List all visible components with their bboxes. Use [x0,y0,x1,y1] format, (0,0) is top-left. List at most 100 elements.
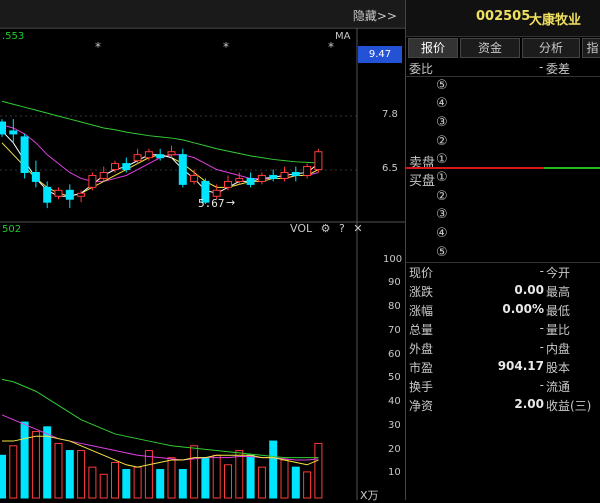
candle-body [9,130,18,135]
close-icon[interactable]: ✕ [353,222,362,235]
vol-unit: X万 [360,489,379,502]
quote-label-2: 量比 [546,323,571,337]
candle-body [190,174,199,182]
quote-label: 总量 [409,323,434,337]
tab-more[interactable]: 指 [582,38,600,58]
vol-axis-label: 30 [388,419,401,431]
ma-label: MA [335,31,351,42]
ma-line [1,130,319,197]
candle-body [224,180,232,188]
quote-label-2: 内盘 [546,342,571,356]
divider [406,76,600,77]
sell-level-4: ④ [436,96,448,111]
vol-label: VOL [290,222,313,235]
indicator-value: .553 [2,31,25,42]
quote-label-2: 最低 [546,304,571,318]
volume-bar [122,469,131,499]
quote-label-2: 收益(三) [546,399,592,413]
candle-body [280,172,289,179]
vol-axis-label: 20 [388,443,401,455]
volume-bar [88,466,97,499]
vol-axis-label: 70 [388,324,401,336]
sell-level-5: ⑤ [436,78,448,93]
candle-body [144,151,153,159]
volume-bar [99,473,108,499]
candle-body [77,192,86,197]
quote-value: 904.17 [497,359,544,373]
candle-body [65,189,74,200]
vol-axis-label: 100 [383,253,403,265]
quote-label-2: 今开 [546,266,571,280]
candle-body [246,177,255,185]
tab-analysis[interactable]: 分析 [522,38,580,58]
buy-label: 买盘 [409,174,436,189]
volume-bar [65,450,74,499]
min-price-annotation: 5.67 [198,197,225,210]
volume-bar [291,466,300,499]
volume-bar [20,421,29,499]
star-marker: * [328,40,334,54]
candle-body [314,151,323,171]
candle-body [235,177,244,182]
volume-bar [190,445,199,499]
gear-icon[interactable]: ⚙ [321,222,331,235]
quote-label: 涨跌 [409,285,434,299]
volume-bar [111,461,119,499]
candle-body [99,172,108,179]
quote-label-2: 最高 [546,285,571,299]
stock-code: 002505 [476,9,531,24]
sell-level-1: ① [436,152,448,167]
current-price-badge: 9.47 [358,46,402,63]
candle-body [31,172,40,182]
vol-axis-label: 40 [388,396,401,408]
candle-body [257,174,266,182]
volume-bar [224,464,232,499]
quote-value: 2.00 [514,397,544,411]
volume-bar [257,466,266,499]
chart-area[interactable]: 隐藏>> * * * .553 MA 9.47 7.8 6.5 5.67 → 502… [0,0,405,502]
chart-svg[interactable]: * * * [0,0,405,500]
volume-bar [167,457,176,499]
buy-level-3: ③ [436,207,448,222]
price-axis-label: 7.8 [382,109,398,120]
quote-label: 涨幅 [409,304,434,318]
candle-body [156,154,165,159]
volume-bar [269,440,278,499]
quote-value: - [539,378,544,392]
buy-level-4: ④ [436,226,448,241]
min-arrow-icon: → [226,196,236,209]
candle-body [178,154,187,185]
help-icon[interactable]: ? [339,222,345,235]
tab-quote[interactable]: 报价 [408,38,458,58]
candle-body [43,186,52,203]
order-ratio-label: 委比 [409,62,434,76]
quote-label: 外盘 [409,342,434,356]
quote-value: 0.00 [514,283,544,297]
volume-bar [31,431,40,499]
volume-bar [280,459,289,499]
stock-header: 002505 大康牧业 [406,0,600,37]
buy-level-1: ① [436,170,448,185]
candle-body [167,151,176,156]
candle-body [88,174,97,188]
order-diff-label: 委差 [546,62,571,76]
quote-value: 0.00% [502,302,544,316]
vol-axis-label: 60 [388,348,401,360]
price-axis-label: 6.5 [382,163,398,174]
candle-body [291,172,300,176]
volume-bar [133,466,142,499]
volume-bar [77,450,86,499]
candle-body [54,189,63,197]
order-ratio-value: - [539,60,544,74]
buy-level-2: ② [436,189,448,204]
stock-name: 大康牧业 [529,13,582,28]
sell-level-3: ③ [436,115,448,130]
tab-funds[interactable]: 资金 [460,38,520,58]
sell-level-2: ② [436,134,448,149]
sell-divider [406,167,544,169]
volume-bar [201,457,210,499]
candle-body [212,189,221,197]
volume-bar [144,450,153,499]
vol-axis-label: 50 [388,372,401,384]
candle-body [303,166,312,176]
